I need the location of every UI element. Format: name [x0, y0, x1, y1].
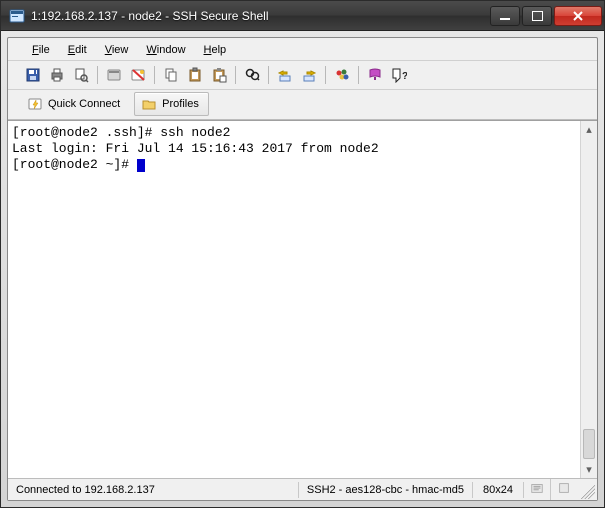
status-connection: Connected to 192.168.2.137 — [8, 482, 299, 498]
connect-bar: Quick Connect Profiles — [8, 90, 597, 120]
status-terminal-size: 80x24 — [473, 482, 524, 498]
paste-button[interactable] — [184, 64, 206, 86]
maximize-button[interactable] — [522, 6, 552, 26]
menu-help[interactable]: Help — [196, 42, 235, 58]
window-title: 1:192.168.2.137 - node2 - SSH Secure She… — [31, 9, 490, 23]
terminal-line: [root@node2 .ssh]# ssh node2 — [12, 125, 230, 140]
terminal-line: Last login: Fri Jul 14 15:16:43 2017 fro… — [12, 141, 379, 156]
terminal[interactable]: [root@node2 .ssh]# ssh node2 Last login:… — [8, 121, 580, 478]
file-transfer-button[interactable] — [274, 64, 296, 86]
cursor — [137, 159, 145, 172]
status-indicator-1 — [524, 479, 551, 500]
titlebar[interactable]: 1:192.168.2.137 - node2 - SSH Secure She… — [1, 1, 604, 31]
clipboard-button[interactable] — [208, 64, 230, 86]
toolbar-separator — [235, 66, 236, 84]
toolbar-separator — [358, 66, 359, 84]
disconnect-button[interactable] — [127, 64, 149, 86]
scroll-down-icon[interactable]: ▾ — [581, 461, 597, 478]
statusbar: Connected to 192.168.2.137 SSH2 - aes128… — [8, 478, 597, 500]
menubar: File Edit View Window Help — [8, 38, 597, 61]
print-button[interactable] — [46, 64, 68, 86]
toolbar: ? — [8, 61, 597, 90]
app-icon — [9, 8, 25, 24]
lightning-icon — [27, 96, 43, 112]
settings-button[interactable] — [331, 64, 353, 86]
copy-button[interactable] — [160, 64, 182, 86]
menu-window[interactable]: Window — [138, 42, 193, 58]
new-terminal-button[interactable] — [103, 64, 125, 86]
svg-text:?: ? — [402, 71, 407, 82]
scroll-thumb[interactable] — [583, 429, 595, 459]
app-window: 1:192.168.2.137 - node2 - SSH Secure She… — [0, 0, 605, 508]
window-controls — [490, 6, 602, 26]
toolbar-separator — [154, 66, 155, 84]
close-button[interactable] — [554, 6, 602, 26]
scroll-up-icon[interactable]: ▴ — [581, 121, 597, 138]
quick-connect-label: Quick Connect — [48, 98, 120, 110]
folder-icon — [141, 96, 157, 112]
menu-file[interactable]: File — [24, 42, 58, 58]
save-button[interactable] — [22, 64, 44, 86]
status-indicator-2 — [551, 479, 577, 500]
terminal-area: [root@node2 .ssh]# ssh node2 Last login:… — [8, 120, 597, 478]
resize-grip[interactable] — [577, 481, 595, 499]
menu-view[interactable]: View — [97, 42, 137, 58]
minimize-button[interactable] — [490, 6, 520, 26]
scroll-track[interactable] — [581, 138, 597, 461]
help-button[interactable] — [364, 64, 386, 86]
profiles-button[interactable]: Profiles — [134, 92, 209, 116]
toolbar-separator — [268, 66, 269, 84]
toolbar-separator — [325, 66, 326, 84]
transfer-queue-button[interactable] — [298, 64, 320, 86]
quick-connect-button[interactable]: Quick Connect — [20, 92, 130, 116]
toolbar-separator — [97, 66, 98, 84]
terminal-line: [root@node2 ~]# — [12, 157, 137, 172]
print-preview-button[interactable] — [70, 64, 92, 86]
menu-edit[interactable]: Edit — [60, 42, 95, 58]
find-button[interactable] — [241, 64, 263, 86]
whats-this-button[interactable]: ? — [388, 64, 410, 86]
status-cipher: SSH2 - aes128-cbc - hmac-md5 — [299, 482, 473, 498]
vertical-scrollbar[interactable]: ▴ ▾ — [580, 121, 597, 478]
client-area: File Edit View Window Help — [7, 37, 598, 501]
profiles-label: Profiles — [162, 98, 199, 110]
